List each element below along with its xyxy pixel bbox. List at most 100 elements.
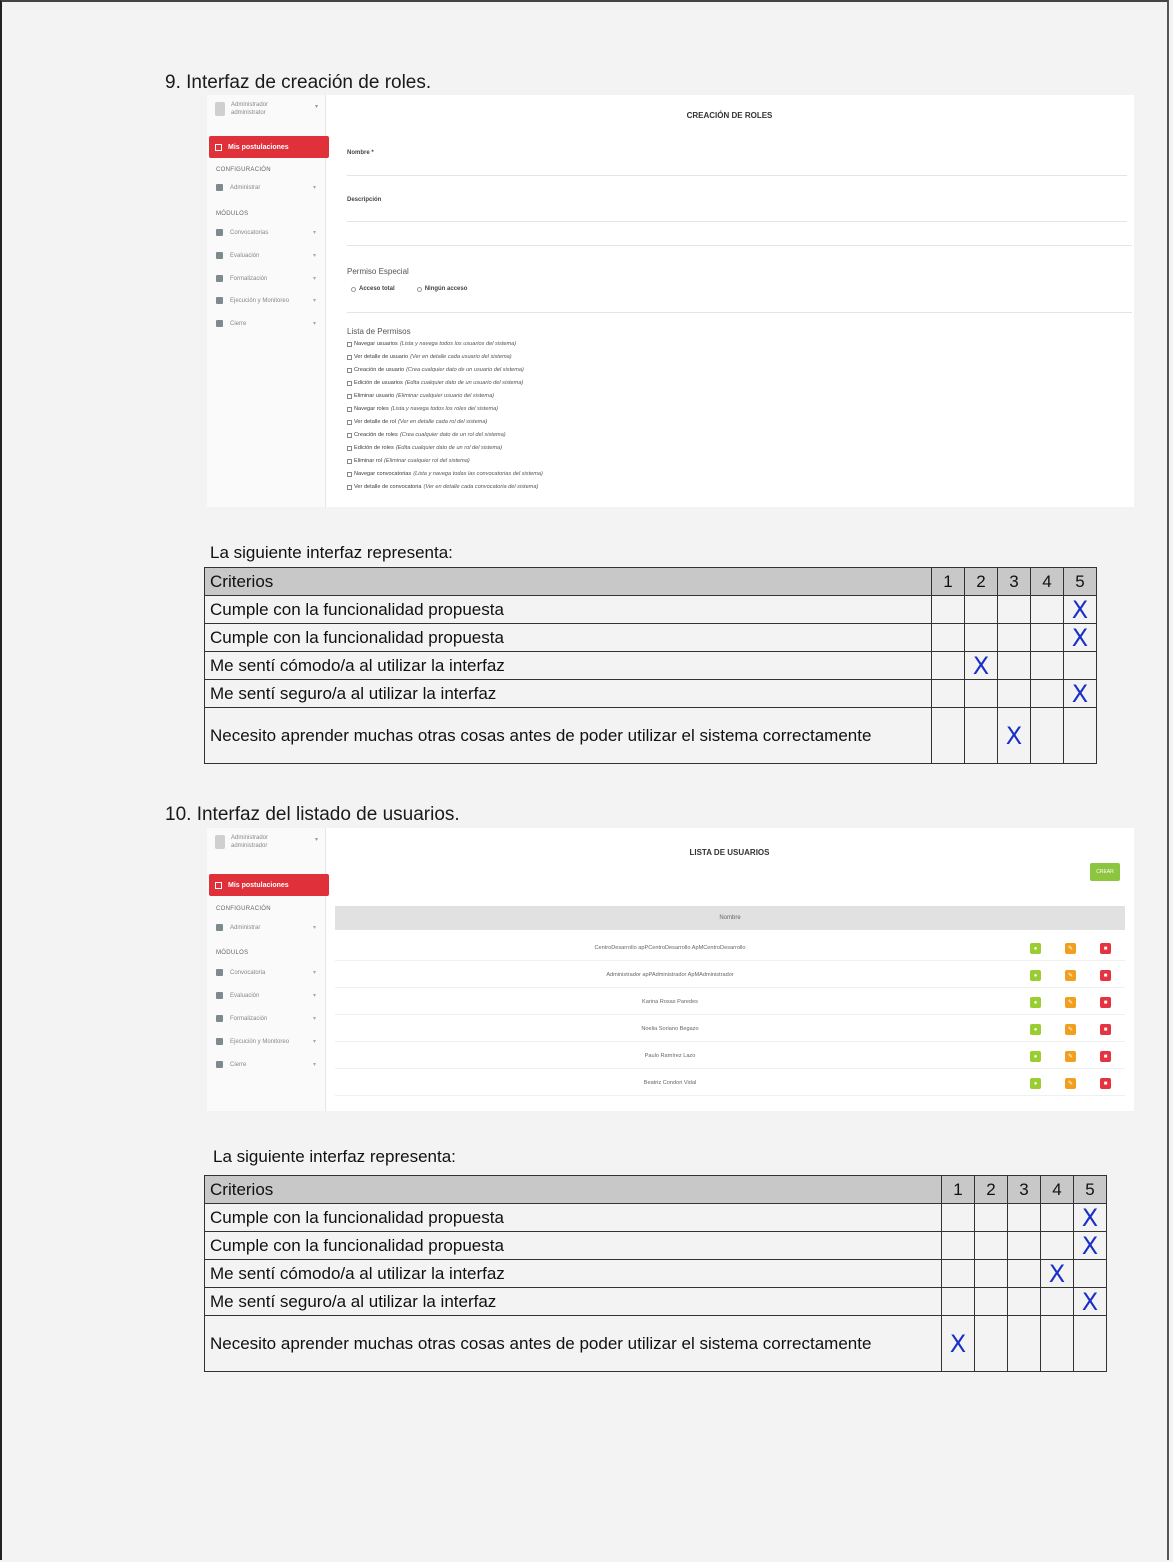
permission-checkbox[interactable]: Ver detalle de rol (Ver en detalle cada r… — [347, 419, 487, 425]
eye-icon[interactable]: ● — [1030, 970, 1041, 981]
rating-cell[interactable]: X — [1063, 679, 1097, 708]
rating-cell[interactable] — [941, 1287, 975, 1316]
rating-cell[interactable] — [931, 707, 965, 764]
rating-cell[interactable] — [1030, 595, 1064, 624]
rating-cell[interactable] — [941, 1259, 975, 1288]
rating-cell[interactable] — [1007, 1287, 1041, 1316]
sidebar-item-convocatorias[interactable]: Convocatorias ▾ — [216, 229, 316, 236]
rating-cell[interactable] — [941, 1203, 975, 1232]
permission-checkbox[interactable]: Eliminar usuario (Eliminar cualquier usua… — [347, 393, 494, 399]
rating-cell[interactable] — [931, 623, 965, 652]
pencil-icon[interactable]: ✎ — [1065, 1024, 1076, 1035]
trash-icon[interactable]: ■ — [1100, 1051, 1111, 1062]
rating-cell[interactable] — [1007, 1259, 1041, 1288]
rating-cell[interactable] — [997, 651, 1031, 680]
description-input[interactable] — [347, 221, 1127, 222]
rating-cell[interactable] — [1030, 623, 1064, 652]
permission-checkbox[interactable]: Ver detalle de usuario (Ver en detalle ca… — [347, 354, 512, 360]
rating-cell[interactable] — [931, 679, 965, 708]
eye-icon[interactable]: ● — [1030, 943, 1041, 954]
rating-cell[interactable] — [1040, 1315, 1074, 1372]
sidebar-item-mis-postulaciones[interactable]: Mis postulaciones — [209, 874, 329, 896]
sidebar-item-ejecucion[interactable]: Ejecución y Monitoreo ▾ — [216, 1038, 316, 1045]
rating-cell[interactable]: X — [997, 707, 1031, 764]
permission-checkbox[interactable]: Navegar usuarios (Lista y navega todos lo… — [347, 341, 516, 347]
user-panel[interactable]: Administrador administrador — [215, 834, 268, 850]
rating-cell[interactable] — [997, 623, 1031, 652]
checkbox[interactable] — [347, 432, 352, 438]
permission-checkbox[interactable]: Creación de roles (Crea cualquier dato de… — [347, 432, 506, 438]
table-header[interactable]: Nombre — [335, 906, 1125, 930]
add-user-button[interactable]: CREAR — [1090, 863, 1120, 881]
checkbox[interactable] — [347, 406, 352, 412]
sidebar-item-administrar[interactable]: Administrar ▾ — [216, 184, 316, 191]
permission-checkbox[interactable]: Navegar convocatorias (Lista y navega tod… — [347, 471, 543, 477]
rating-cell[interactable] — [1040, 1231, 1074, 1260]
user-panel[interactable]: Administrador administrator — [215, 101, 268, 117]
rating-cell[interactable] — [1007, 1315, 1041, 1372]
name-input[interactable] — [347, 175, 1127, 176]
rating-cell[interactable] — [1073, 1315, 1107, 1372]
rating-cell[interactable] — [964, 679, 998, 708]
sidebar-item-formalizacion[interactable]: Formalización ▾ — [216, 1015, 316, 1022]
rating-cell[interactable] — [1007, 1231, 1041, 1260]
rating-cell[interactable] — [974, 1259, 1008, 1288]
rating-cell[interactable] — [1040, 1203, 1074, 1232]
rating-cell[interactable] — [974, 1203, 1008, 1232]
eye-icon[interactable]: ● — [1030, 1051, 1041, 1062]
checkbox[interactable] — [347, 458, 352, 464]
sidebar-item-convocatoria[interactable]: Convocatoria ▾ — [216, 969, 316, 976]
sidebar-item-cierre[interactable]: Cierre ▾ — [216, 1061, 316, 1068]
rating-cell[interactable] — [964, 707, 998, 764]
checkbox[interactable] — [347, 341, 352, 347]
rating-cell[interactable] — [1030, 679, 1064, 708]
pencil-icon[interactable]: ✎ — [1065, 997, 1076, 1008]
rating-cell[interactable] — [974, 1231, 1008, 1260]
sidebar-item-formalizacion[interactable]: Formalización ▾ — [216, 275, 316, 282]
rating-cell[interactable]: X — [1073, 1287, 1107, 1316]
checkbox[interactable] — [347, 393, 352, 399]
rating-cell[interactable] — [941, 1231, 975, 1260]
sidebar-item-evaluacion[interactable]: Evaluación ▾ — [216, 252, 316, 259]
rating-cell[interactable]: X — [1040, 1259, 1074, 1288]
checkbox[interactable] — [347, 419, 352, 425]
sidebar-item-cierre[interactable]: Cierre ▾ — [216, 320, 316, 327]
rating-cell[interactable] — [997, 595, 1031, 624]
trash-icon[interactable]: ■ — [1100, 1024, 1111, 1035]
sidebar-item-mis-postulaciones[interactable]: Mis postulaciones — [209, 136, 329, 158]
pencil-icon[interactable]: ✎ — [1065, 970, 1076, 981]
rating-cell[interactable] — [1063, 707, 1097, 764]
rating-cell[interactable] — [1040, 1287, 1074, 1316]
rating-cell[interactable] — [997, 679, 1031, 708]
rating-cell[interactable] — [974, 1287, 1008, 1316]
rating-cell[interactable]: X — [1073, 1231, 1107, 1260]
checkbox[interactable] — [347, 367, 352, 373]
sidebar-item-ejecucion[interactable]: Ejecución y Monitoreo ▾ — [216, 297, 316, 304]
trash-icon[interactable]: ■ — [1100, 970, 1111, 981]
rating-cell[interactable] — [1030, 651, 1064, 680]
rating-cell[interactable] — [1030, 707, 1064, 764]
rating-cell[interactable] — [931, 651, 965, 680]
eye-icon[interactable]: ● — [1030, 1024, 1041, 1035]
pencil-icon[interactable]: ✎ — [1065, 943, 1076, 954]
pencil-icon[interactable]: ✎ — [1065, 1078, 1076, 1089]
chevron-down-icon[interactable]: ▾ — [315, 836, 318, 843]
checkbox[interactable] — [347, 380, 352, 386]
rating-cell[interactable] — [1073, 1259, 1107, 1288]
eye-icon[interactable]: ● — [1030, 1078, 1041, 1089]
radio-acceso-total[interactable]: Acceso total — [351, 286, 395, 292]
eye-icon[interactable]: ● — [1030, 997, 1041, 1008]
checkbox[interactable] — [347, 445, 352, 451]
radio-ningun-acceso[interactable]: Ningún acceso — [416, 286, 467, 292]
rating-cell[interactable] — [974, 1315, 1008, 1372]
permission-checkbox[interactable]: Eliminar rol (Eliminar cualquier rol del … — [347, 458, 470, 464]
rating-cell[interactable] — [964, 623, 998, 652]
sidebar-item-evaluacion[interactable]: Evaluación ▾ — [216, 992, 316, 999]
checkbox[interactable] — [347, 354, 352, 360]
permission-checkbox[interactable]: Ver detalle de convocatoria (Ver en detal… — [347, 484, 538, 490]
permission-checkbox[interactable]: Creación de usuario (Crea cualquier dato … — [347, 367, 524, 373]
rating-cell[interactable]: X — [941, 1315, 975, 1372]
checkbox[interactable] — [347, 471, 352, 477]
rating-cell[interactable] — [1007, 1203, 1041, 1232]
rating-cell[interactable]: X — [964, 651, 998, 680]
